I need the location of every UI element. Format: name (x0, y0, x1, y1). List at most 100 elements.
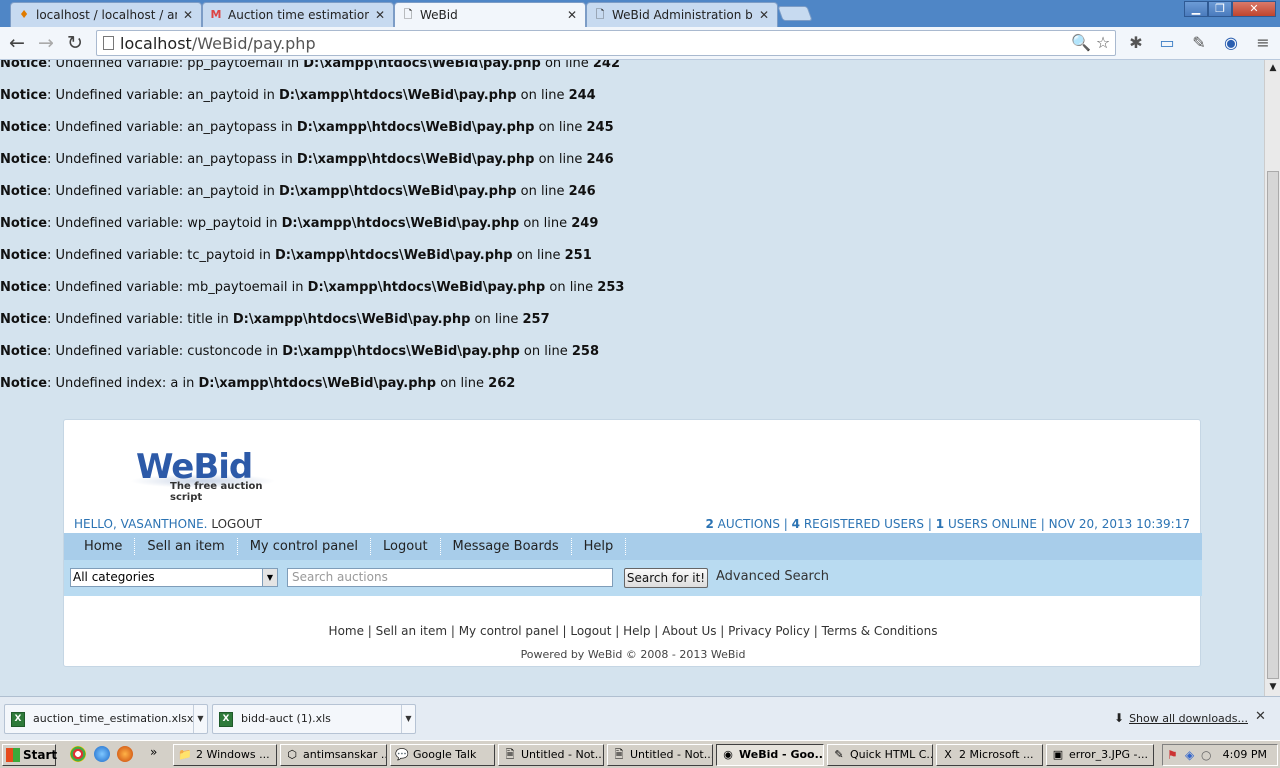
url-host: localhost (120, 34, 192, 53)
tray-network-icon[interactable]: ◈ (1185, 748, 1194, 762)
extension-globe-icon[interactable]: ◉ (1221, 33, 1241, 53)
footer-link[interactable]: Privacy Policy (728, 624, 810, 638)
taskbar-item[interactable]: 📁 2 Windows ... (173, 744, 277, 766)
header-logout-link[interactable]: LOGOUT (211, 517, 262, 531)
online-label: USERS ONLINE (947, 517, 1037, 531)
close-icon[interactable]: ✕ (373, 8, 387, 22)
notice-on-line: on line (436, 376, 489, 391)
footer-link[interactable]: Sell an item (376, 624, 447, 638)
menu-icon[interactable]: ≡ (1253, 33, 1273, 53)
taskbar-item[interactable]: X 2 Microsoft ... (936, 744, 1043, 766)
start-label: Start (23, 748, 58, 762)
chevron-down-icon[interactable]: ▼ (193, 705, 207, 733)
webid-container: WeBid The free auction script HELLO, VAS… (63, 419, 1202, 667)
menu-message-boards[interactable]: Message Boards (441, 538, 572, 555)
close-window-button[interactable]: ✕ (1232, 1, 1276, 17)
auctions-label[interactable]: AUCTIONS (718, 517, 780, 531)
menu-home[interactable]: Home (72, 538, 136, 555)
tab-webid-admin[interactable]: 🗋 WeBid Administration back-e ✕ (586, 2, 778, 27)
taskbar-item-label: error_3.JPG -... (1069, 748, 1148, 761)
close-icon[interactable]: ✕ (565, 8, 579, 22)
forward-icon[interactable]: → (35, 32, 57, 54)
footer-link[interactable]: About Us (662, 624, 716, 638)
notice-message: : Undefined variable: an_paytoid in (47, 88, 279, 103)
page-icon: 🗋 (403, 8, 413, 21)
reload-icon[interactable]: ↻ (64, 32, 86, 54)
scroll-up-icon[interactable]: ▲ (1267, 62, 1279, 74)
taskbar-item[interactable]: 💬 Google Talk (390, 744, 495, 766)
restore-button[interactable]: ❐ (1208, 1, 1232, 17)
notice-message: : Undefined variable: wp_paytoid in (47, 216, 282, 231)
image-icon: ▣ (1052, 748, 1064, 761)
chevron-down-icon[interactable]: ▼ (401, 705, 415, 733)
folder-icon[interactable]: ▭ (1157, 33, 1177, 53)
search-input[interactable]: Search auctions (287, 568, 613, 587)
tray-flag-icon[interactable]: ⚑ (1167, 748, 1178, 762)
notice-file: D:\xampp\htdocs\WeBid\pay.php (278, 88, 517, 103)
start-button[interactable]: Start (2, 744, 58, 766)
download-item[interactable]: X bidd-auct (1).xls ▼ (212, 704, 416, 734)
show-all-downloads-link[interactable]: ⬇ Show all downloads... (1114, 711, 1248, 725)
download-item[interactable]: X auction_time_estimation.xlsx ▼ (4, 704, 208, 734)
firefox-icon[interactable] (117, 746, 133, 762)
notice-message: : Undefined variable: an_paytopass in (47, 120, 297, 135)
menu-control-panel[interactable]: My control panel (238, 538, 372, 555)
tab-gmail[interactable]: M Auction time estimation - va ✕ (202, 2, 394, 27)
footer-link[interactable]: Terms & Conditions (822, 624, 938, 638)
search-button[interactable]: Search for it! (624, 568, 708, 588)
quicklaunch-more-icon[interactable]: » (150, 745, 157, 759)
address-bar[interactable]: localhost/WeBid/pay.php 🔍 ☆ (96, 30, 1116, 56)
taskbar-item[interactable]: 🗎 Untitled - Not... (498, 744, 604, 766)
taskbar-item[interactable]: ▣ error_3.JPG -... (1046, 744, 1154, 766)
close-icon[interactable]: ✕ (181, 8, 195, 22)
tab-webid[interactable]: 🗋 WeBid ✕ (394, 2, 586, 27)
browser-toolbar: ← → ↻ localhost/WeBid/pay.php 🔍 ☆ ✱ ▭ ✎ … (0, 27, 1280, 60)
extension-bug-icon[interactable]: ✱ (1126, 33, 1146, 53)
chrome-icon[interactable] (70, 746, 86, 762)
webid-logo[interactable]: WeBid The free auction script (126, 440, 276, 503)
notice-message: : Undefined variable: an_paytoid in (47, 184, 279, 199)
new-tab-button[interactable] (777, 6, 813, 21)
taskbar-item[interactable]: 🗎 Untitled - Not... (607, 744, 713, 766)
footer-separator: | (558, 624, 571, 638)
minimize-button[interactable]: ▁ (1184, 1, 1208, 17)
footer-link[interactable]: Home (329, 624, 364, 638)
notice-label: Notice (0, 216, 48, 231)
menu-logout[interactable]: Logout (371, 538, 441, 555)
notice-row: Notice: Undefined variable: pp_paytoemai… (0, 60, 620, 71)
phpmyadmin-icon: ♦ (19, 8, 29, 21)
footer-separator: | (716, 624, 729, 638)
scroll-down-icon[interactable]: ▼ (1267, 681, 1279, 693)
tab-phpmyadmin[interactable]: ♦ localhost / localhost / antims ✕ (10, 2, 202, 27)
app-icon: ⬡ (287, 748, 297, 761)
internet-explorer-icon[interactable] (94, 746, 110, 762)
footer-link[interactable]: My control panel (459, 624, 559, 638)
browser-tab-strip: ♦ localhost / localhost / antims ✕ M Auc… (0, 0, 1280, 27)
taskbar-item[interactable]: ⬡ antimsanskar ... (280, 744, 387, 766)
zoom-icon[interactable]: 🔍 (1071, 33, 1091, 53)
back-icon[interactable]: ← (6, 32, 28, 54)
footer-link[interactable]: Logout (570, 624, 611, 638)
star-icon[interactable]: ☆ (1093, 33, 1113, 53)
download-arrow-icon: ⬇ (1114, 711, 1125, 725)
eyedropper-icon[interactable]: ✎ (1189, 33, 1209, 53)
notice-on-line: on line (540, 60, 593, 71)
page-icon: 🗋 (595, 8, 605, 21)
notice-label: Notice (0, 60, 48, 71)
notice-label: Notice (0, 344, 48, 359)
taskbar-item[interactable]: ✎ Quick HTML C... (827, 744, 933, 766)
menu-sell-an-item[interactable]: Sell an item (135, 538, 238, 555)
footer-link[interactable]: Help (623, 624, 650, 638)
tray-chat-icon[interactable]: ○ (1201, 748, 1211, 762)
category-select[interactable]: All categories ▼ (70, 568, 278, 587)
notice-row: Notice: Undefined index: a in D:\xampp\h… (0, 376, 515, 391)
close-icon[interactable]: ✕ (757, 8, 771, 22)
chevron-down-icon[interactable]: ▼ (262, 569, 277, 586)
advanced-search-link[interactable]: Advanced Search (716, 569, 829, 584)
taskbar-item[interactable]: ◉ WeBid - Goo... (716, 744, 824, 766)
scrollbar-thumb[interactable] (1267, 171, 1279, 679)
menu-help[interactable]: Help (572, 538, 627, 555)
notice-line-number: 246 (568, 184, 596, 199)
vertical-scrollbar[interactable]: ▲ ▼ (1264, 60, 1280, 696)
close-icon[interactable]: ✕ (1255, 709, 1266, 724)
